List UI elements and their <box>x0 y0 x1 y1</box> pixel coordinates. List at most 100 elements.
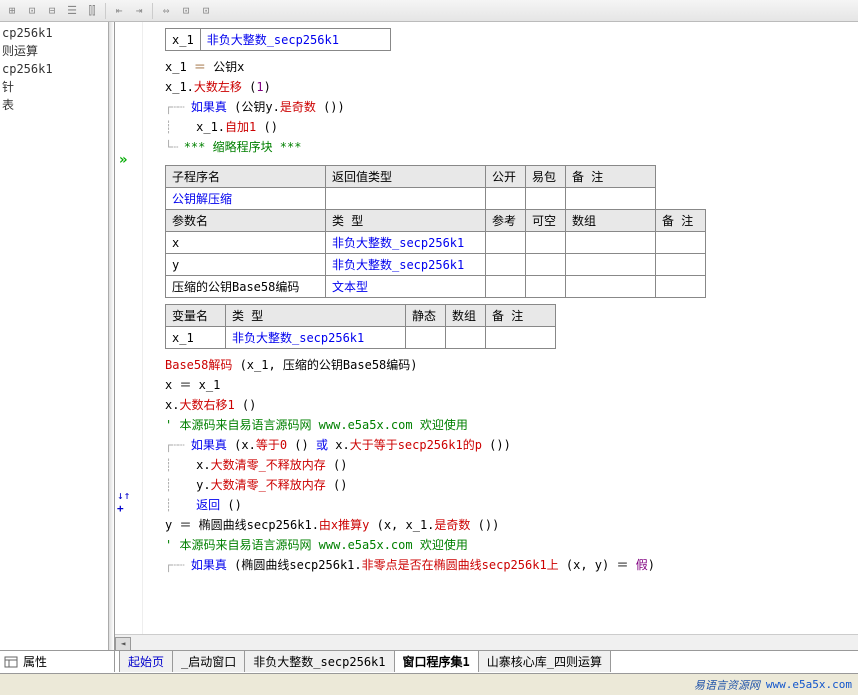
th: 备 注 <box>486 305 556 327</box>
code-line[interactable]: ┌┄┄ 如果真 (x.等于0 () 或 x.大于等于secp256k1的p ()… <box>165 435 854 455</box>
code-line[interactable]: x_1 ＝ 公钥x <box>165 57 854 77</box>
cell[interactable]: 压缩的公钥Base58编码 <box>166 276 326 298</box>
sidebar: cp256k1 则运算 cp256k1 针 表 <box>0 22 115 672</box>
cell[interactable]: x_1 <box>166 327 226 349</box>
editor-tabs: 起始页 _启动窗口 非负大整数_secp256k1 窗口程序集1 山寨核心库_四… <box>115 651 858 672</box>
cell[interactable] <box>486 276 526 298</box>
cell[interactable]: 非负大整数_secp256k1 <box>226 327 406 349</box>
th: 静态 <box>406 305 446 327</box>
code-line[interactable]: y ＝ 椭圆曲线secp256k1.由x推算y (x, x_1.是奇数 ()) <box>165 515 854 535</box>
tb-icon-6[interactable]: ⇤ <box>109 2 129 20</box>
subroutine-table: 子程序名 返回值类型 公开 易包 备 注 公钥解压缩 参数名 类 型 参考 可空… <box>165 165 706 298</box>
var-table-1: x_1 非负大整数_secp256k1 <box>165 28 391 51</box>
code-area[interactable]: x_1 非负大整数_secp256k1 x_1 ＝ 公钥x x_1.大数左移 (… <box>145 22 858 579</box>
tb-icon-5[interactable]: ⫿⫿ <box>82 2 102 20</box>
code-line[interactable]: x_1.大数左移 (1) <box>165 77 854 97</box>
tb-icon-9[interactable]: ⊡ <box>176 2 196 20</box>
properties-tab[interactable]: 属性 <box>0 651 115 672</box>
properties-icon <box>4 655 20 669</box>
properties-label: 属性 <box>23 653 47 670</box>
h-scrollbar[interactable]: ◄ <box>115 634 858 650</box>
code-line[interactable]: x.大数右移1 () <box>165 395 854 415</box>
tb-icon-2[interactable]: ⊡ <box>22 2 42 20</box>
breakpoint-marker-icon[interactable]: » <box>119 152 127 168</box>
var-table-2: 变量名 类 型 静态 数组 备 注 x_1 非负大整数_secp256k1 <box>165 304 556 349</box>
cell[interactable] <box>526 188 566 210</box>
side-panel: cp256k1 则运算 cp256k1 针 表 <box>0 22 114 116</box>
tab-corelib[interactable]: 山寨核心库_四则运算 <box>478 651 611 672</box>
cell[interactable] <box>406 327 446 349</box>
th: 可空 <box>526 210 566 232</box>
cell[interactable] <box>566 254 656 276</box>
tb-sep <box>152 3 153 19</box>
code-line[interactable]: └┄ *** 缩略程序块 *** <box>165 137 854 157</box>
th: 数组 <box>566 210 656 232</box>
cell[interactable]: y <box>166 254 326 276</box>
side-item[interactable]: 表 <box>2 96 112 114</box>
cell[interactable] <box>656 276 706 298</box>
th: 备 注 <box>566 166 656 188</box>
cell[interactable] <box>526 254 566 276</box>
th: 变量名 <box>166 305 226 327</box>
cell[interactable] <box>486 188 526 210</box>
code-line[interactable]: x ＝ x_1 <box>165 375 854 395</box>
th: 公开 <box>486 166 526 188</box>
bottom-tabs: 属性 起始页 _启动窗口 非负大整数_secp256k1 窗口程序集1 山寨核心… <box>0 650 858 672</box>
cell[interactable] <box>566 276 656 298</box>
cell[interactable] <box>446 327 486 349</box>
tab-progset1[interactable]: 窗口程序集1 <box>394 651 479 672</box>
scroll-left-icon[interactable]: ◄ <box>115 637 131 651</box>
cell[interactable] <box>486 327 556 349</box>
cell[interactable] <box>656 232 706 254</box>
toolbar: ⊞ ⊡ ⊟ ☰ ⫿⫿ ⇤ ⇥ ⇔ ⊡ ⊡ <box>0 0 858 22</box>
fold-marker-icon[interactable]: ↓↑ + <box>117 489 142 515</box>
tb-icon-1[interactable]: ⊞ <box>2 2 22 20</box>
cell[interactable] <box>526 276 566 298</box>
cell[interactable] <box>486 232 526 254</box>
side-item[interactable]: cp256k1 <box>2 60 112 78</box>
cell[interactable]: 非负大整数_secp256k1 <box>326 232 486 254</box>
tb-icon-10[interactable]: ⊡ <box>196 2 216 20</box>
th: 子程序名 <box>166 166 326 188</box>
th: 类 型 <box>326 210 486 232</box>
side-item[interactable]: 则运算 <box>2 42 112 60</box>
th: 参考 <box>486 210 526 232</box>
cell-var[interactable]: x_1 <box>166 29 201 51</box>
tb-icon-4[interactable]: ☰ <box>62 2 82 20</box>
cell[interactable]: 公钥解压缩 <box>166 188 326 210</box>
code-line[interactable]: ' 本源码来自易语言源码网 www.e5a5x.com 欢迎使用 <box>165 415 854 435</box>
cell[interactable]: 文本型 <box>326 276 486 298</box>
splitter[interactable] <box>108 22 114 672</box>
cell[interactable]: x <box>166 232 326 254</box>
cell[interactable] <box>526 232 566 254</box>
tb-icon-3[interactable]: ⊟ <box>42 2 62 20</box>
side-item[interactable]: 针 <box>2 78 112 96</box>
cell[interactable] <box>566 232 656 254</box>
tab-bigint[interactable]: 非负大整数_secp256k1 <box>244 651 394 672</box>
brand-url[interactable]: www.e5a5x.com <box>766 678 852 691</box>
editor: » ↓↑ + x_1 非负大整数_secp256k1 x_1 ＝ 公钥x x_1… <box>115 22 858 672</box>
code-line[interactable]: ┊ x.大数清零_不释放内存 () <box>165 455 854 475</box>
th: 类 型 <box>226 305 406 327</box>
cell[interactable] <box>566 188 656 210</box>
status-bar: 易语言资源网 www.e5a5x.com <box>0 673 858 695</box>
tb-icon-7[interactable]: ⇥ <box>129 2 149 20</box>
code-line[interactable]: ┌┄┄ 如果真 (公钥y.是奇数 ()) <box>165 97 854 117</box>
code-line[interactable]: ┌┄┄ 如果真 (椭圆曲线secp256k1.非零点是否在椭圆曲线secp256… <box>165 555 854 575</box>
cell[interactable]: 非负大整数_secp256k1 <box>326 254 486 276</box>
code-line[interactable]: ┊ 返回 () <box>165 495 854 515</box>
code-line[interactable]: ┊ y.大数清零_不释放内存 () <box>165 475 854 495</box>
brand-label: 易语言资源网 <box>694 677 760 693</box>
cell[interactable] <box>326 188 486 210</box>
cell[interactable] <box>486 254 526 276</box>
tb-icon-8[interactable]: ⇔ <box>156 2 176 20</box>
cell[interactable] <box>656 254 706 276</box>
side-item[interactable]: cp256k1 <box>2 24 112 42</box>
tab-start[interactable]: 起始页 <box>119 651 173 672</box>
gutter: » ↓↑ + <box>115 22 143 672</box>
code-line[interactable]: ' 本源码来自易语言源码网 www.e5a5x.com 欢迎使用 <box>165 535 854 555</box>
code-line[interactable]: ┊ x_1.自加1 () <box>165 117 854 137</box>
cell-type[interactable]: 非负大整数_secp256k1 <box>200 29 390 51</box>
tab-window[interactable]: _启动窗口 <box>172 651 245 672</box>
code-line[interactable]: Base58解码 (x_1, 压缩的公钥Base58编码) <box>165 355 854 375</box>
